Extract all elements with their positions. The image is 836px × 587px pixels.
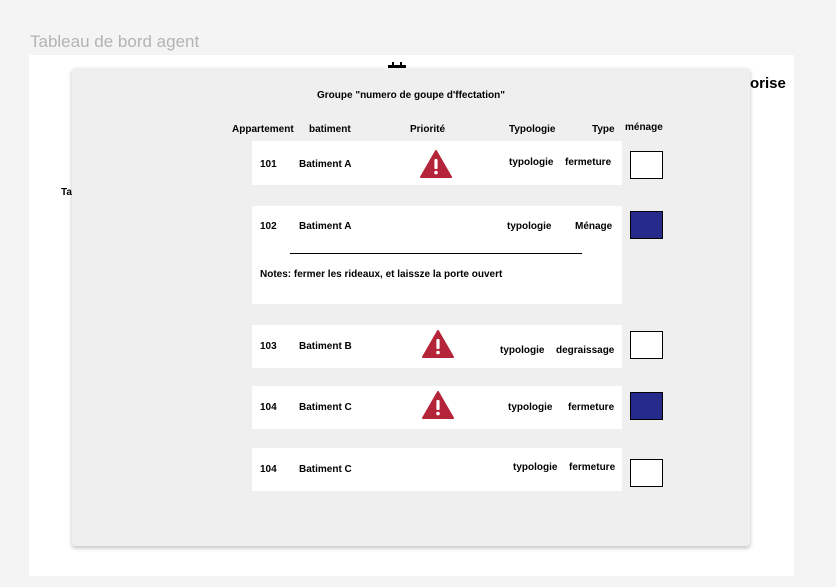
- assignment-row[interactable]: 104 Batiment C typologie fermeture: [252, 448, 622, 491]
- row-batiment: Batiment A: [299, 159, 352, 170]
- row-appartement: 103: [260, 341, 277, 352]
- menage-checkbox[interactable]: [630, 392, 663, 420]
- row-typologie: typologie: [500, 345, 545, 356]
- row-notes: Notes: fermer les rideaux, et laissze la…: [260, 269, 503, 280]
- menage-checkbox[interactable]: [630, 331, 663, 359]
- modal-title: Groupe "numero de goupe d'ffectation": [317, 90, 505, 101]
- row-type: fermeture: [565, 157, 612, 168]
- warning-triangle-icon: [420, 150, 452, 178]
- row-typologie: typologie: [509, 157, 554, 168]
- header-type: Type: [592, 124, 615, 135]
- menage-checkbox[interactable]: [630, 151, 663, 179]
- row-batiment: Batiment C: [299, 464, 352, 475]
- row-appartement: 101: [260, 159, 277, 170]
- row-typologie: typologie: [513, 462, 558, 473]
- page-title: Tableau de bord agent: [30, 32, 200, 51]
- header-typologie: Typologie: [509, 124, 556, 135]
- assignment-row[interactable]: 101 Batiment A typologie fermeture: [252, 141, 622, 185]
- row-typologie: typologie: [507, 221, 552, 232]
- assignment-row[interactable]: 102 Batiment A typologie Ménage Notes: f…: [252, 206, 622, 304]
- row-appartement: 104: [260, 402, 277, 413]
- row-batiment: Batiment B: [299, 341, 352, 352]
- background-table-label: Ta: [61, 187, 72, 198]
- row-batiment: Batiment C: [299, 402, 352, 413]
- row-type: fermeture: [569, 462, 616, 473]
- header-batiment: batiment: [309, 124, 351, 135]
- row-batiment: Batiment A: [299, 221, 352, 232]
- warning-triangle-icon: [422, 330, 454, 358]
- row-type: fermeture: [568, 402, 615, 413]
- menage-checkbox[interactable]: [630, 211, 663, 239]
- row-typologie: typologie: [508, 402, 553, 413]
- row-appartement: 104: [260, 464, 277, 475]
- assignment-row[interactable]: 103 Batiment B typologie degraissage: [252, 325, 622, 368]
- group-assignment-modal: Groupe "numero de goupe d'ffectation" Ap…: [72, 68, 750, 546]
- menage-checkbox[interactable]: [630, 459, 663, 487]
- header-menage: ménage: [625, 122, 663, 133]
- row-type: Ménage: [575, 221, 613, 232]
- background-section-label: orise: [750, 75, 786, 92]
- assignment-row[interactable]: 104 Batiment C typologie fermeture: [252, 386, 622, 429]
- row-type: degraissage: [556, 345, 615, 356]
- header-appartement: Appartement: [232, 124, 294, 135]
- warning-triangle-icon: [422, 391, 454, 419]
- header-priorite: Priorité: [410, 124, 446, 135]
- row-appartement: 102: [260, 221, 277, 232]
- notes-divider: [290, 253, 582, 254]
